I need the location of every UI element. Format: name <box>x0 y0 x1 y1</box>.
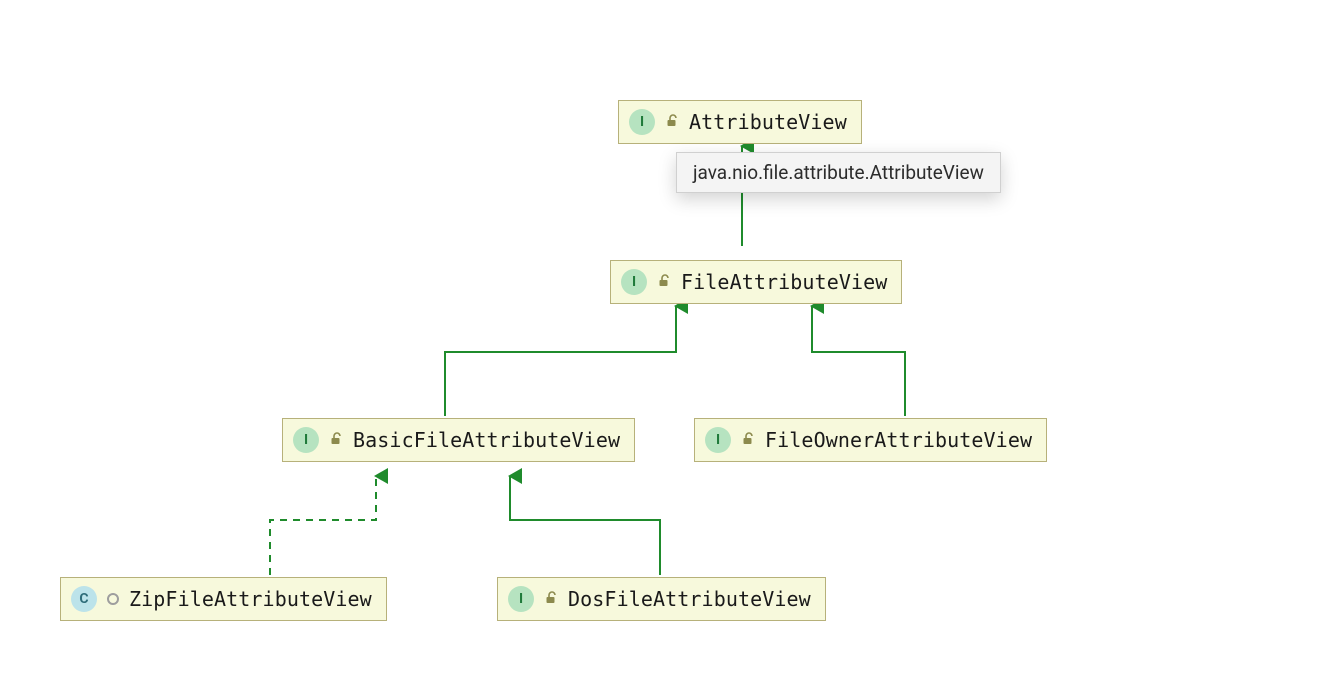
node-label: ZipFileAttributeView <box>129 587 372 611</box>
edge-owner-to-fileattr <box>812 306 905 416</box>
node-label: DosFileAttributeView <box>568 587 811 611</box>
tooltip-text: java.nio.file.attribute.AttributeView <box>693 161 984 184</box>
interface-icon: I <box>293 427 319 453</box>
node-label: FileAttributeView <box>681 270 887 294</box>
interface-icon: I <box>508 586 534 612</box>
package-private-icon <box>107 593 119 605</box>
node-zipfileattributeview[interactable]: C ZipFileAttributeView <box>60 577 387 621</box>
edge-zip-to-basic <box>270 476 376 575</box>
lock-open-icon <box>657 273 671 292</box>
edge-dos-to-basic <box>510 476 660 575</box>
interface-icon: I <box>705 427 731 453</box>
node-attributeview[interactable]: I AttributeView <box>618 100 862 144</box>
node-basicfileattributeview[interactable]: I BasicFileAttributeView <box>282 418 635 462</box>
node-label: FileOwnerAttributeView <box>765 428 1032 452</box>
lock-open-icon <box>665 113 679 132</box>
class-icon: C <box>71 586 97 612</box>
tooltip-fqn: java.nio.file.attribute.AttributeView <box>676 152 1001 193</box>
lock-open-icon <box>741 431 755 450</box>
node-fileownerattributeview[interactable]: I FileOwnerAttributeView <box>694 418 1047 462</box>
diagram-canvas: I AttributeView java.nio.file.attribute.… <box>0 0 1318 686</box>
lock-open-icon <box>329 431 343 450</box>
node-label: BasicFileAttributeView <box>353 428 620 452</box>
node-label: AttributeView <box>689 110 847 134</box>
node-dosfileattributeview[interactable]: I DosFileAttributeView <box>497 577 826 621</box>
lock-open-icon <box>544 590 558 609</box>
edge-basic-to-fileattr <box>445 306 676 416</box>
node-fileattributeview[interactable]: I FileAttributeView <box>610 260 902 304</box>
interface-icon: I <box>629 109 655 135</box>
interface-icon: I <box>621 269 647 295</box>
